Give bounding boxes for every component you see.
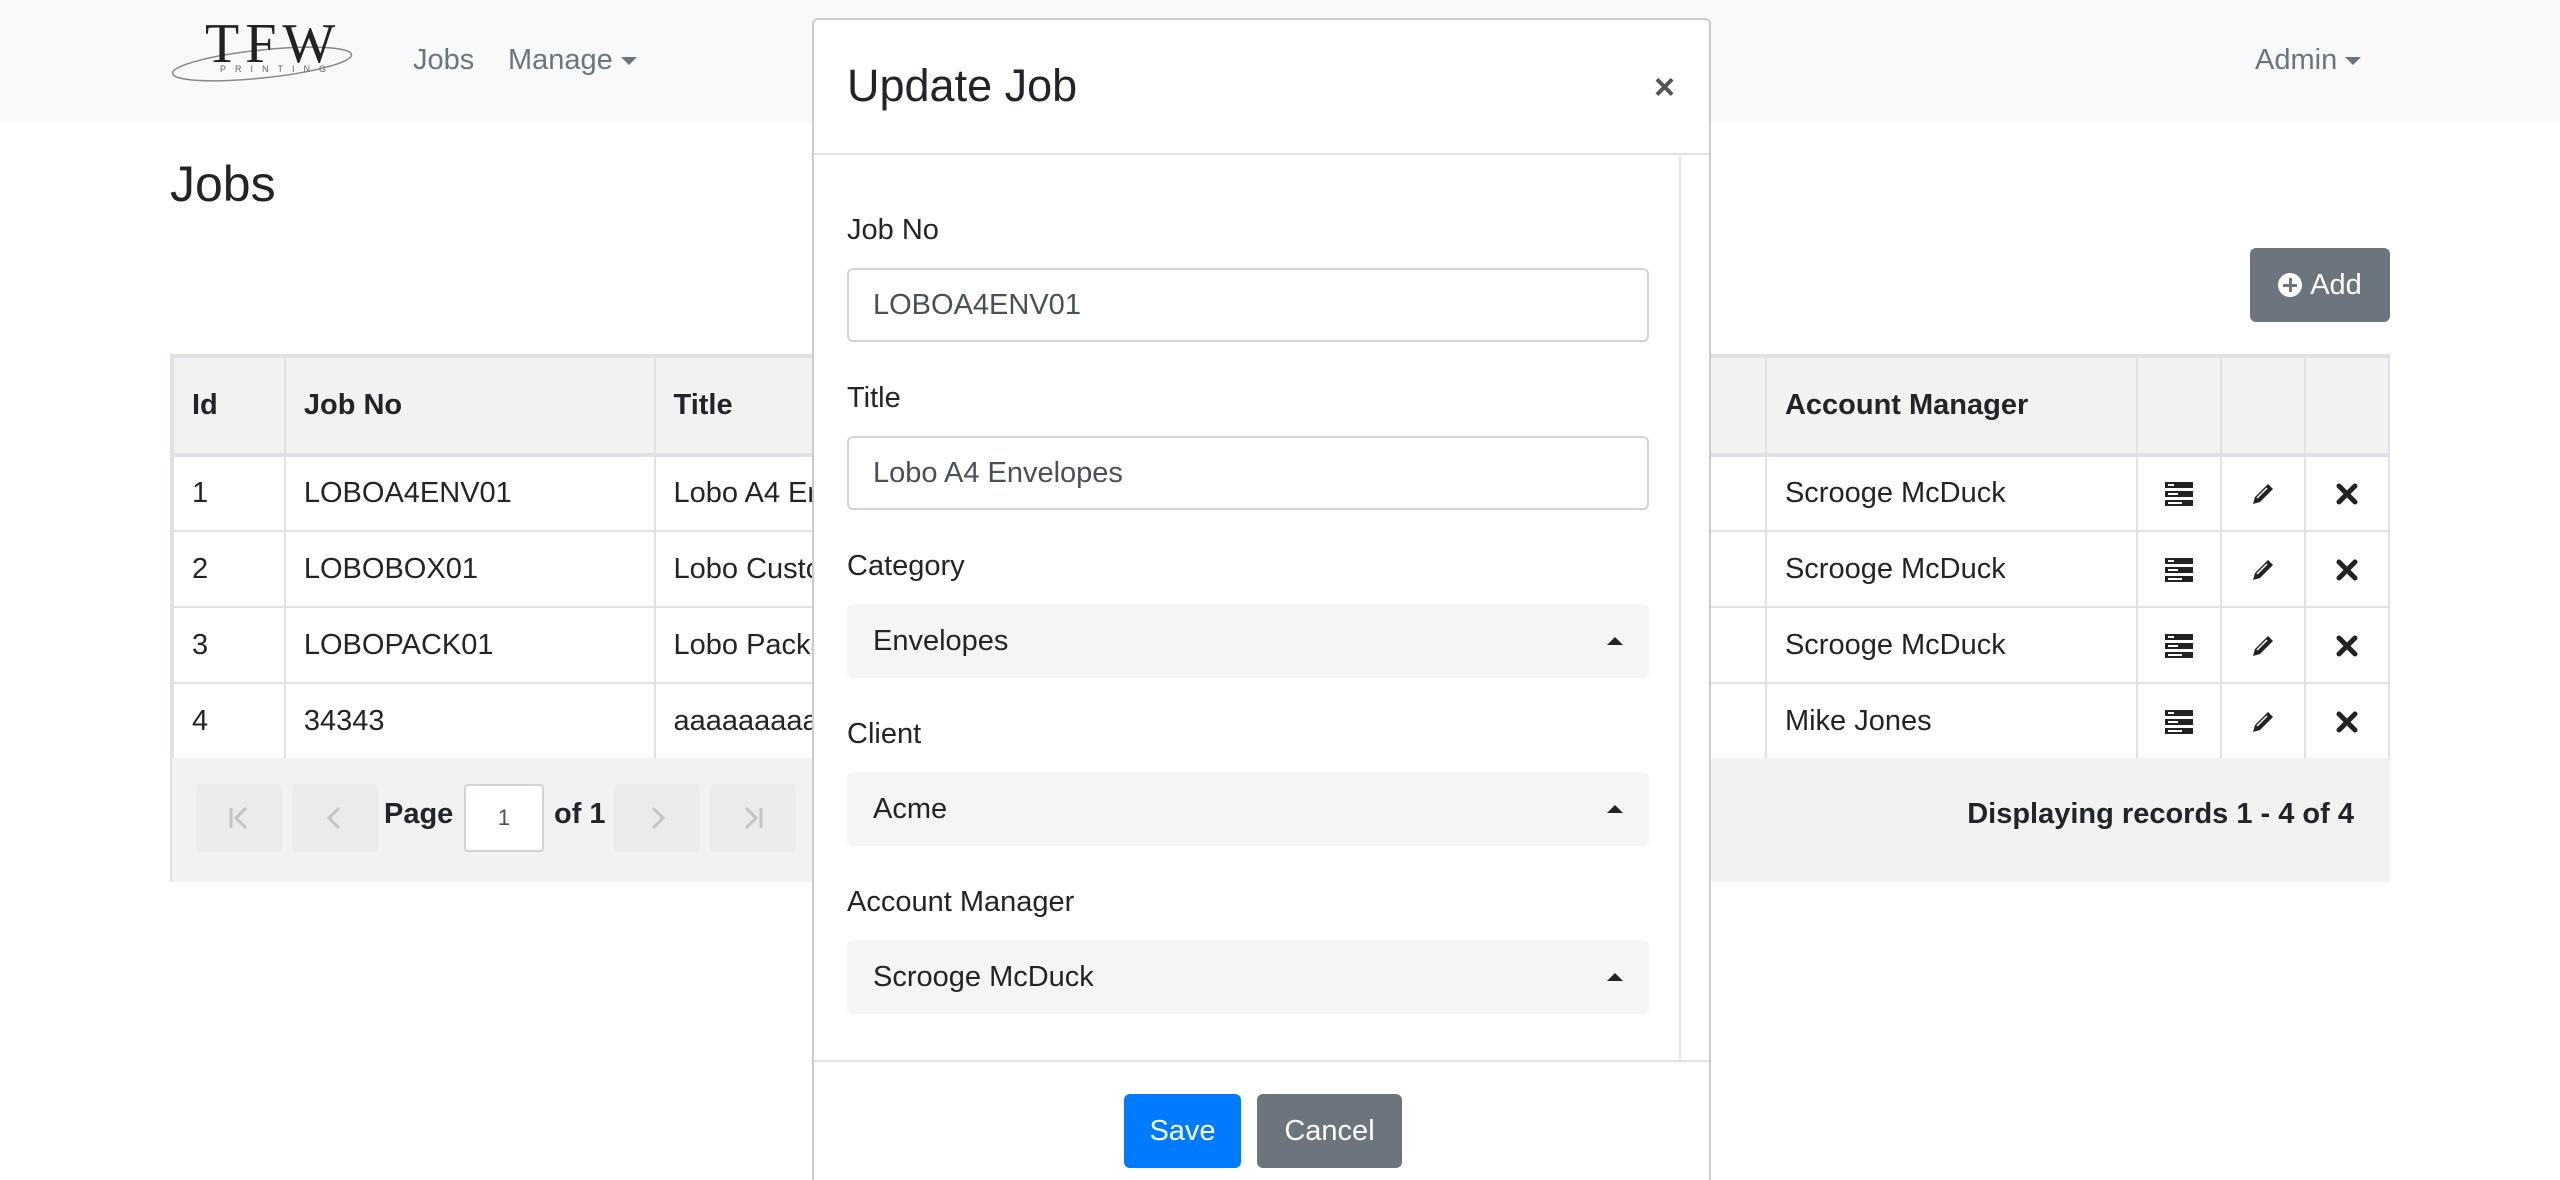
edit-button[interactable]	[2220, 606, 2307, 684]
update-job-modal: Update Job × Job No LOBOA4ENV01 Title Lo…	[812, 18, 1711, 1180]
first-page-icon	[229, 806, 248, 830]
account-manager-select[interactable]: Scrooge McDuck	[847, 940, 1649, 1014]
chevron-down-icon	[2345, 57, 2362, 66]
edit-pencil-icon	[2249, 553, 2277, 585]
title-input[interactable]: Lobo A4 Envelopes	[847, 436, 1649, 510]
close-icon[interactable]: ×	[1654, 66, 1675, 108]
details-button[interactable]	[2136, 530, 2223, 608]
nav-jobs[interactable]: Jobs	[413, 44, 474, 77]
caret-up-icon	[1607, 805, 1623, 813]
cell-job-no: LOBOPACK01	[283, 606, 656, 684]
modal-header: Update Job ×	[814, 20, 1709, 155]
details-icon	[2164, 553, 2194, 585]
logo-subtext: PRINTING	[220, 64, 336, 74]
caret-up-icon	[1607, 637, 1623, 645]
add-button-label: Add	[2310, 268, 2362, 301]
client-select-value: Acme	[873, 793, 948, 825]
title-label: Title	[847, 382, 901, 414]
details-icon	[2164, 629, 2194, 661]
cell-id: 3	[172, 606, 286, 684]
cell-id: 2	[172, 530, 286, 608]
page-of-label: of 1	[554, 798, 606, 830]
account-manager-label: Account Manager	[847, 886, 1075, 918]
cell-job-no: 34343	[283, 682, 656, 760]
cell-account-manager: Mike Jones	[1764, 682, 2139, 760]
add-job-button[interactable]: Add	[2250, 248, 2390, 322]
edit-pencil-icon	[2249, 705, 2277, 737]
details-button[interactable]	[2136, 682, 2223, 760]
cell-id: 1	[172, 454, 286, 532]
client-label: Client	[847, 718, 922, 750]
delete-button[interactable]	[2304, 606, 2390, 684]
column-header-delete	[2304, 356, 2390, 457]
delete-button[interactable]	[2304, 530, 2390, 608]
user-menu-dropdown[interactable]: Admin	[2255, 44, 2362, 77]
page-label: Page	[384, 798, 454, 830]
save-button[interactable]: Save	[1124, 1094, 1241, 1168]
cell-id: 4	[172, 682, 286, 760]
page-number-input[interactable]: 1	[464, 784, 544, 852]
edit-pencil-icon	[2249, 629, 2277, 661]
nav-manage-dropdown[interactable]: Manage	[508, 44, 637, 77]
delete-button[interactable]	[2304, 454, 2390, 532]
edit-pencil-icon	[2249, 477, 2277, 509]
category-select[interactable]: Envelopes	[847, 604, 1649, 678]
column-header-job-no[interactable]: Job No	[283, 356, 656, 457]
edit-button[interactable]	[2220, 682, 2307, 760]
delete-x-icon	[2335, 553, 2359, 585]
column-header-details	[2136, 356, 2223, 457]
page-title: Jobs	[170, 156, 276, 212]
column-header-id[interactable]: Id	[172, 356, 286, 457]
job-no-input[interactable]: LOBOA4ENV01	[847, 268, 1649, 342]
edit-button[interactable]	[2220, 530, 2307, 608]
cell-account-manager: Scrooge McDuck	[1764, 530, 2139, 608]
edit-button[interactable]	[2220, 454, 2307, 532]
account-manager-select-value: Scrooge McDuck	[873, 961, 1094, 993]
cancel-button[interactable]: Cancel	[1257, 1094, 1402, 1168]
client-select[interactable]: Acme	[847, 772, 1649, 846]
details-icon	[2164, 477, 2194, 509]
cell-job-no: LOBOBOX01	[283, 530, 656, 608]
prev-page-button[interactable]	[292, 784, 378, 852]
user-menu-label: Admin	[2255, 44, 2338, 76]
last-page-icon	[744, 806, 763, 830]
cell-account-manager: Scrooge McDuck	[1764, 454, 2139, 532]
last-page-button[interactable]	[710, 784, 796, 852]
cell-account-manager: Scrooge McDuck	[1764, 606, 2139, 684]
details-button[interactable]	[2136, 454, 2223, 532]
details-button[interactable]	[2136, 606, 2223, 684]
chevron-down-icon	[620, 57, 637, 66]
modal-title: Update Job	[847, 60, 1078, 111]
column-header-edit	[2220, 356, 2307, 457]
chevron-left-icon	[326, 806, 341, 830]
chevron-right-icon	[651, 806, 666, 830]
job-no-label: Job No	[847, 214, 939, 246]
cell-job-no: LOBOA4ENV01	[283, 454, 656, 532]
column-header-account-manager[interactable]: Account Manager	[1764, 356, 2139, 457]
delete-x-icon	[2335, 477, 2359, 509]
delete-button[interactable]	[2304, 682, 2390, 760]
category-select-value: Envelopes	[873, 625, 1009, 657]
delete-x-icon	[2335, 629, 2359, 661]
caret-up-icon	[1607, 973, 1623, 981]
plus-circle-icon	[2278, 273, 2303, 297]
modal-scrollbar[interactable]	[1679, 156, 1709, 1060]
nav-manage-label: Manage	[508, 44, 613, 76]
details-icon	[2164, 705, 2194, 737]
modal-footer: Save Cancel	[814, 1060, 1709, 1180]
category-label: Category	[847, 550, 965, 582]
modal-body: Job No LOBOA4ENV01 Title Lobo A4 Envelop…	[814, 156, 1709, 1060]
next-page-button[interactable]	[614, 784, 700, 852]
first-page-button[interactable]	[196, 784, 282, 852]
delete-x-icon	[2335, 705, 2359, 737]
records-display: Displaying records 1 - 4 of 4	[1967, 798, 2354, 830]
